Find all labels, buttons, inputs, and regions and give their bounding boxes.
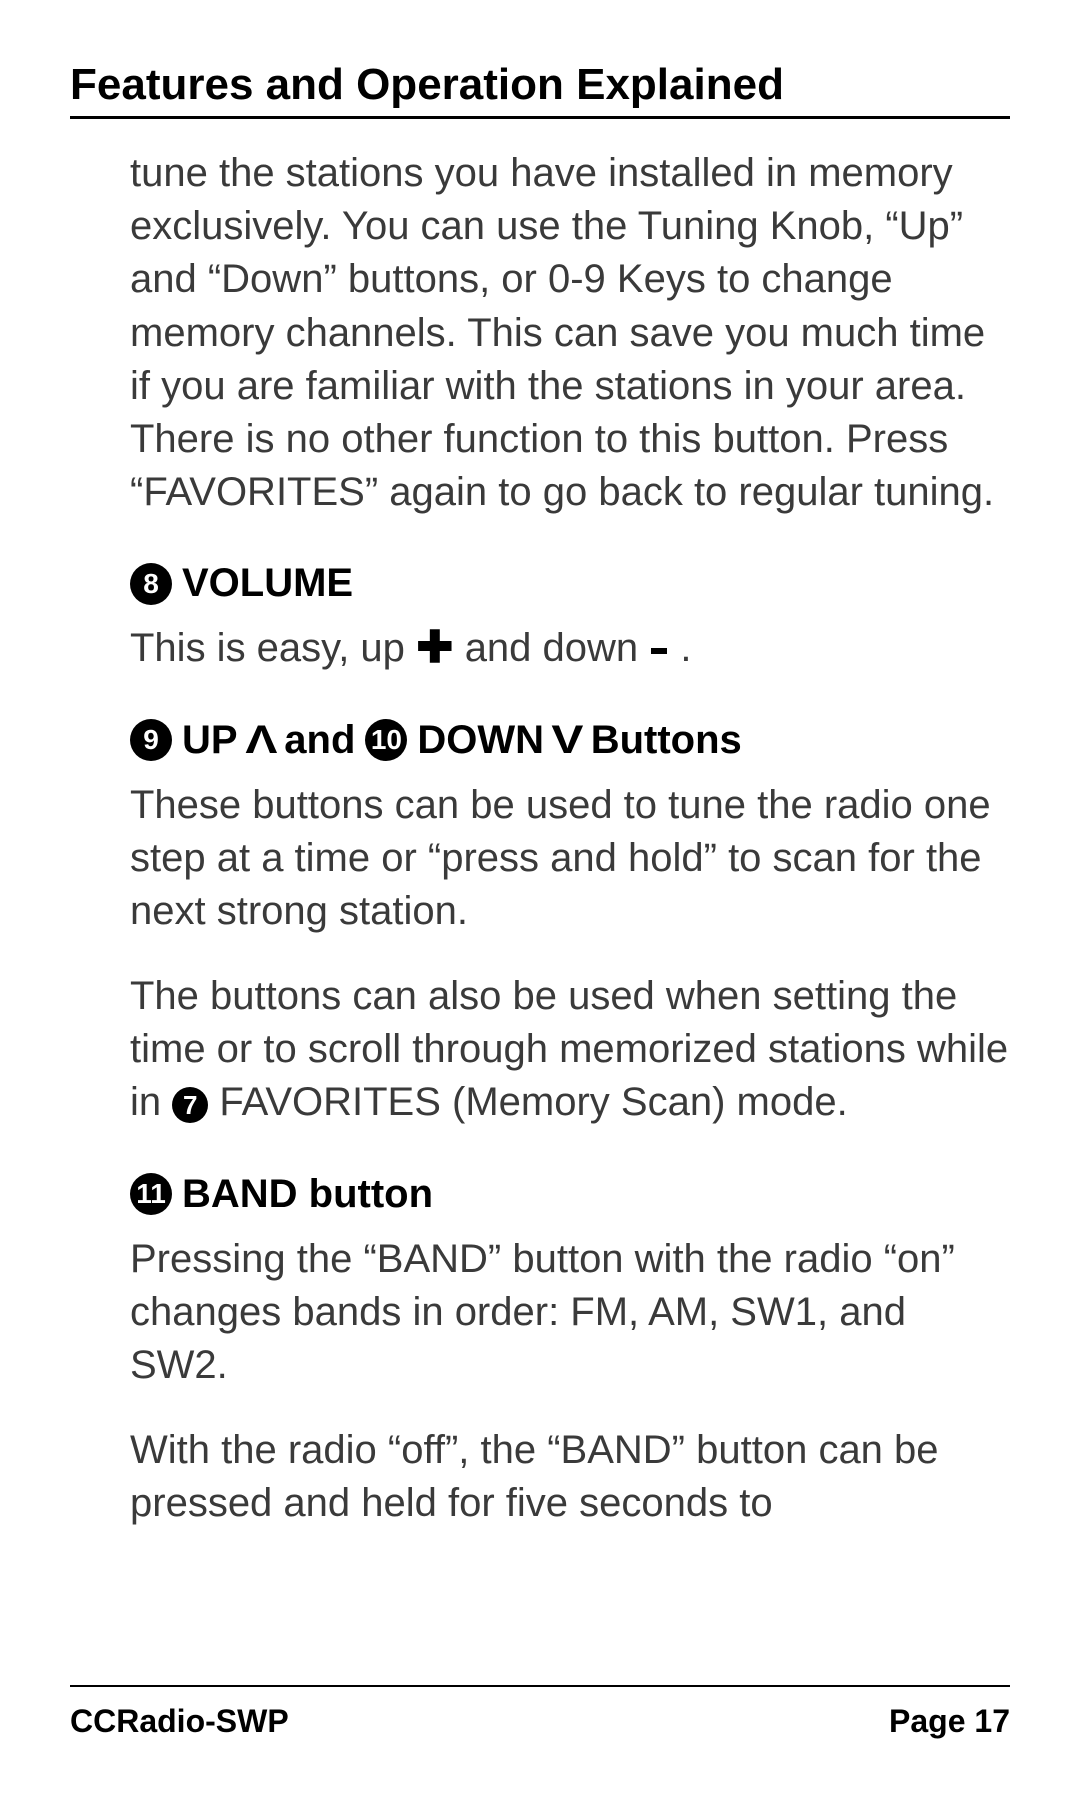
heading-up-label: UP bbox=[182, 718, 238, 763]
heading-band: 11 BAND button bbox=[130, 1172, 1010, 1217]
heading-buttons-tail: Buttons bbox=[591, 718, 742, 763]
footer-right: Page 17 bbox=[889, 1703, 1010, 1740]
volume-text-c: . bbox=[680, 626, 691, 670]
badge-11-icon: 11 bbox=[130, 1173, 172, 1215]
volume-text-a: This is easy, up bbox=[130, 626, 416, 670]
heading-down-label: DOWN bbox=[417, 718, 544, 763]
volume-text-b: and down bbox=[465, 626, 650, 670]
updown-para-2b: FAVORITES (Memory Scan) mode. bbox=[219, 1080, 847, 1124]
badge-10-icon: 10 bbox=[365, 719, 407, 761]
badge-7-icon: 7 bbox=[172, 1087, 208, 1123]
badge-8-icon: 8 bbox=[130, 563, 172, 605]
heading-volume: 8 VOLUME bbox=[130, 561, 1000, 606]
plus-icon: ✚ bbox=[414, 620, 455, 679]
chevron-down-icon: V bbox=[551, 718, 583, 763]
updown-para-1: These buttons can be used to tune the ra… bbox=[130, 779, 1010, 939]
page-title: Features and Operation Explained bbox=[70, 60, 1010, 119]
band-para-1: Pressing the “BAND” button with the radi… bbox=[130, 1233, 1010, 1393]
badge-9-icon: 9 bbox=[130, 719, 172, 761]
chevron-up-icon: Λ bbox=[245, 718, 277, 763]
page-footer: CCRadio-SWP Page 17 bbox=[70, 1685, 1010, 1740]
heading-volume-label: VOLUME bbox=[182, 561, 353, 606]
page-body: tune the stations you have installed in … bbox=[70, 147, 1010, 676]
heading-band-label: BAND button bbox=[182, 1172, 433, 1217]
updown-para-2: The buttons can also be used when settin… bbox=[130, 970, 1010, 1130]
minus-icon bbox=[651, 648, 667, 654]
volume-paragraph: This is easy, up ✚ and down . bbox=[130, 622, 1000, 675]
band-para-2: With the radio “off”, the “BAND” button … bbox=[130, 1424, 1010, 1530]
heading-and: and bbox=[284, 718, 355, 763]
intro-paragraph: tune the stations you have installed in … bbox=[130, 147, 1000, 519]
footer-left: CCRadio-SWP bbox=[70, 1703, 289, 1740]
heading-up-down: 9 UP Λ and 10 DOWN V Buttons bbox=[130, 718, 1010, 763]
